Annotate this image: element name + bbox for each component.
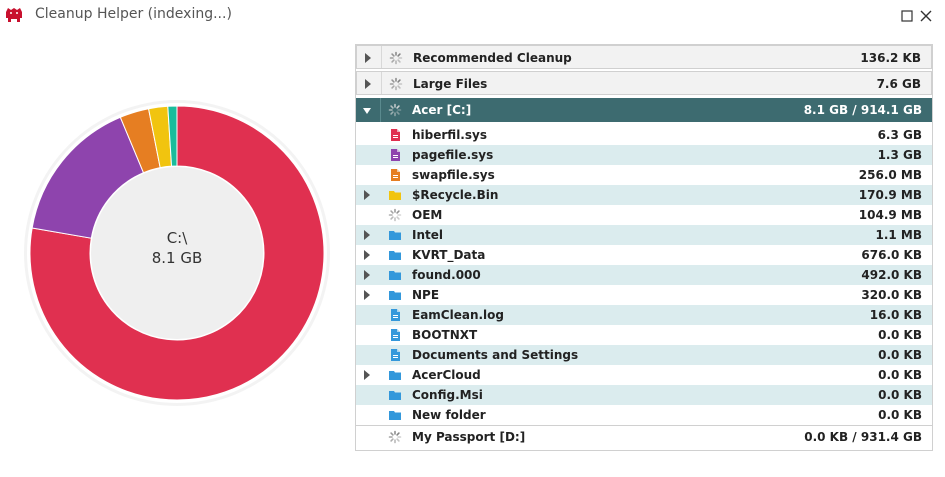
row-size: 104.9 MB (858, 208, 922, 222)
row-name: Large Files (413, 77, 488, 91)
row-name: NPE (412, 288, 440, 302)
row-name: KVRT_Data (412, 248, 486, 262)
footer-divider (356, 425, 932, 426)
row-size: 1.1 MB (875, 228, 922, 242)
tree-item[interactable]: $Recycle.Bin 170.9 MB (356, 185, 932, 205)
center-drive-label: C:\ (166, 229, 188, 247)
tree-item[interactable]: hiberfil.sys 6.3 GB (356, 125, 932, 145)
title-bar: Cleanup Helper (indexing...) (0, 0, 945, 32)
tree-item[interactable]: found.000 492.0 KB (356, 265, 932, 285)
tree-item[interactable]: pagefile.sys 1.3 GB (356, 145, 932, 165)
row-name: Acer [C:] (412, 103, 472, 117)
row-size: 0.0 KB (878, 348, 922, 362)
maximize-icon[interactable] (899, 8, 915, 24)
row-name: found.000 (412, 268, 481, 282)
row-name: hiberfil.sys (412, 128, 487, 142)
folder-icon (389, 191, 401, 200)
chevron-right-icon[interactable] (362, 229, 372, 241)
file-icon (391, 149, 400, 161)
spinner-icon (388, 208, 402, 222)
row-size: 0.0 KB / 931.4 GB (804, 430, 922, 444)
tree-item[interactable]: BOOTNXT 0.0 KB (356, 325, 932, 345)
spinner-icon (388, 103, 402, 117)
row-separator (380, 98, 381, 122)
row-separator (381, 46, 382, 68)
file-icon (391, 329, 400, 341)
row-size: 0.0 KB (878, 408, 922, 422)
spinner-icon (388, 430, 402, 444)
row-size: 320.0 KB (861, 288, 922, 302)
chevron-right-icon[interactable] (363, 52, 373, 64)
tree-item[interactable]: NPE 320.0 KB (356, 285, 932, 305)
donut-center-label: C:\ 8.1 GB (24, 228, 330, 268)
row-size: 6.3 GB (877, 128, 922, 142)
file-icon (391, 349, 400, 361)
tree-item[interactable]: Documents and Settings 0.0 KB (356, 345, 932, 365)
row-name: My Passport [D:] (412, 430, 526, 444)
category-recommended-cleanup[interactable]: Recommended Cleanup 136.2 KB (356, 45, 932, 69)
tree-item[interactable]: AcerCloud 0.0 KB (356, 365, 932, 385)
window-title: Cleanup Helper (indexing...) (35, 6, 232, 22)
chevron-right-icon[interactable] (362, 289, 372, 301)
chevron-right-icon[interactable] (362, 369, 372, 381)
folder-icon (389, 231, 401, 240)
folder-icon (389, 271, 401, 280)
row-size: 7.6 GB (876, 77, 921, 91)
tree-item[interactable]: swapfile.sys 256.0 MB (356, 165, 932, 185)
tree-item[interactable]: New folder 0.0 KB (356, 405, 932, 425)
row-name: $Recycle.Bin (412, 188, 499, 202)
tree-item[interactable]: Intel 1.1 MB (356, 225, 932, 245)
row-size: 256.0 MB (858, 168, 922, 182)
folder-icon (389, 411, 401, 420)
close-icon[interactable] (918, 8, 934, 24)
row-name: pagefile.sys (412, 148, 494, 162)
file-icon (391, 169, 400, 181)
row-name: New folder (412, 408, 486, 422)
row-size: 8.1 GB / 914.1 GB (803, 103, 922, 117)
row-name: Documents and Settings (412, 348, 579, 362)
row-size: 16.0 KB (869, 308, 922, 322)
chevron-right-icon[interactable] (362, 249, 372, 261)
bulldog-logo-icon (6, 8, 22, 22)
row-size: 1.3 GB (877, 148, 922, 162)
tree-item[interactable]: Config.Msi 0.0 KB (356, 385, 932, 405)
chevron-right-icon[interactable] (363, 78, 373, 90)
row-size: 170.9 MB (858, 188, 922, 202)
tree-item[interactable]: EamClean.log 16.0 KB (356, 305, 932, 325)
row-name: BOOTNXT (412, 328, 478, 342)
row-name: Intel (412, 228, 443, 242)
folder-icon (389, 251, 401, 260)
chevron-right-icon[interactable] (362, 189, 372, 201)
file-icon (391, 309, 400, 321)
spinner-icon (389, 77, 403, 91)
row-size: 0.0 KB (878, 328, 922, 342)
chevron-down-icon[interactable] (362, 105, 372, 117)
row-name: AcerCloud (412, 368, 481, 382)
chevron-right-icon[interactable] (362, 269, 372, 281)
row-size: 0.0 KB (878, 388, 922, 402)
row-name: Recommended Cleanup (413, 51, 572, 65)
row-name: Config.Msi (412, 388, 483, 402)
folder-icon (389, 291, 401, 300)
tree-item[interactable]: OEM 104.9 MB (356, 205, 932, 225)
center-size-label: 8.1 GB (151, 249, 203, 267)
tree-item[interactable]: KVRT_Data 676.0 KB (356, 245, 932, 265)
row-name: OEM (412, 208, 443, 222)
disk-usage-donut: C:\ 8.1 GB (24, 100, 330, 406)
row-size: 136.2 KB (860, 51, 921, 65)
row-size: 676.0 KB (861, 248, 922, 262)
row-size: 0.0 KB (878, 368, 922, 382)
row-name: EamClean.log (412, 308, 505, 322)
category-large-files[interactable]: Large Files 7.6 GB (356, 71, 932, 95)
drive-d[interactable]: My Passport [D:] 0.0 KB / 931.4 GB (356, 427, 932, 449)
row-separator (381, 72, 382, 94)
file-icon (391, 129, 400, 141)
folder-icon (389, 391, 401, 400)
file-tree: Recommended Cleanup 136.2 KB Large Files 7.… (355, 44, 933, 451)
drive-c[interactable]: Acer [C:] 8.1 GB / 914.1 GB (356, 98, 932, 122)
spinner-icon (389, 51, 403, 65)
row-size: 492.0 KB (861, 268, 922, 282)
folder-icon (389, 371, 401, 380)
row-name: swapfile.sys (412, 168, 495, 182)
